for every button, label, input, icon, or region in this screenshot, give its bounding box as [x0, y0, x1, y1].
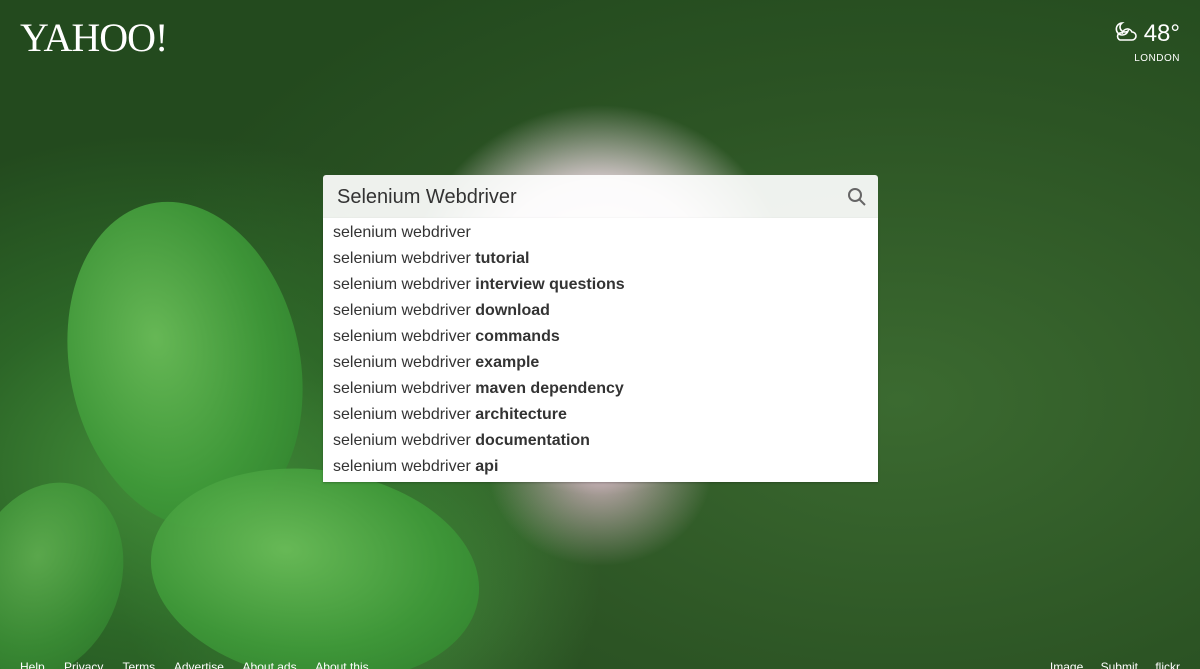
search-suggestions: selenium webdriver selenium webdriver tu…: [323, 218, 878, 482]
suggestion-completion: tutorial: [475, 250, 530, 267]
footer-link-about-this[interactable]: About this: [315, 660, 368, 669]
suggestion-item[interactable]: selenium webdriver interview questions: [323, 272, 878, 298]
footer-link-terms[interactable]: Terms: [123, 660, 156, 669]
suggestion-prefix: selenium webdriver: [333, 250, 476, 267]
footer-link-flickr[interactable]: flickr: [1155, 660, 1180, 669]
suggestion-completion: architecture: [475, 406, 567, 423]
suggestion-completion: example: [475, 354, 540, 371]
suggestion-prefix: selenium webdriver: [333, 302, 476, 319]
suggestion-item[interactable]: selenium webdriver download: [323, 298, 878, 324]
weather-temperature: 48°: [1143, 19, 1180, 47]
suggestion-prefix: selenium webdriver: [333, 328, 476, 345]
search-icon: [848, 188, 866, 206]
suggestion-prefix: selenium webdriver: [333, 458, 476, 475]
suggestion-prefix: selenium webdriver: [333, 224, 471, 241]
suggestion-item[interactable]: selenium webdriver maven dependency: [323, 376, 878, 402]
footer-link-advertise[interactable]: Advertise: [174, 660, 224, 669]
suggestion-completion: download: [475, 302, 550, 319]
suggestion-completion: commands: [475, 328, 560, 345]
suggestion-item[interactable]: selenium webdriver architecture: [323, 402, 878, 428]
suggestion-prefix: selenium webdriver: [333, 354, 476, 371]
search-box: [323, 175, 878, 218]
search-input[interactable]: [337, 183, 837, 211]
suggestion-prefix: selenium webdriver: [333, 406, 476, 423]
suggestion-item[interactable]: selenium webdriver example: [323, 350, 878, 376]
yahoo-logo[interactable]: YAHOO!: [20, 14, 168, 61]
weather-city: LONDON: [1134, 53, 1180, 64]
footer-link-image[interactable]: Image: [1050, 660, 1083, 669]
footer-link-about-ads[interactable]: About ads: [243, 660, 297, 669]
footer-right-links: Image Submit flickr: [1036, 660, 1180, 669]
suggestion-completion: documentation: [475, 432, 590, 449]
partly-cloudy-night-icon: [1112, 18, 1138, 49]
footer-link-privacy[interactable]: Privacy: [64, 660, 103, 669]
suggestion-item[interactable]: selenium webdriver api: [323, 454, 878, 480]
suggestion-completion: interview questions: [475, 276, 625, 293]
footer-left-links: Help Privacy Terms Advertise About ads A…: [20, 660, 385, 669]
suggestion-prefix: selenium webdriver: [333, 276, 476, 293]
footer-link-submit[interactable]: Submit: [1101, 660, 1138, 669]
suggestion-completion: api: [475, 458, 499, 475]
suggestion-completion: maven dependency: [475, 380, 624, 397]
weather-row: 48°: [1112, 18, 1180, 49]
suggestion-prefix: selenium webdriver: [333, 380, 476, 397]
suggestion-item[interactable]: selenium webdriver: [323, 220, 878, 246]
suggestion-prefix: selenium webdriver: [333, 432, 476, 449]
suggestion-item[interactable]: selenium webdriver tutorial: [323, 246, 878, 272]
footer-link-help[interactable]: Help: [20, 660, 45, 669]
weather-widget[interactable]: 48° LONDON: [1112, 18, 1180, 64]
yahoo-homepage: YAHOO! 48° LONDON selenium webdriver sel…: [0, 0, 1200, 669]
search-button[interactable]: [846, 186, 868, 208]
suggestion-item[interactable]: selenium webdriver commands: [323, 324, 878, 350]
suggestion-item[interactable]: selenium webdriver documentation: [323, 428, 878, 454]
